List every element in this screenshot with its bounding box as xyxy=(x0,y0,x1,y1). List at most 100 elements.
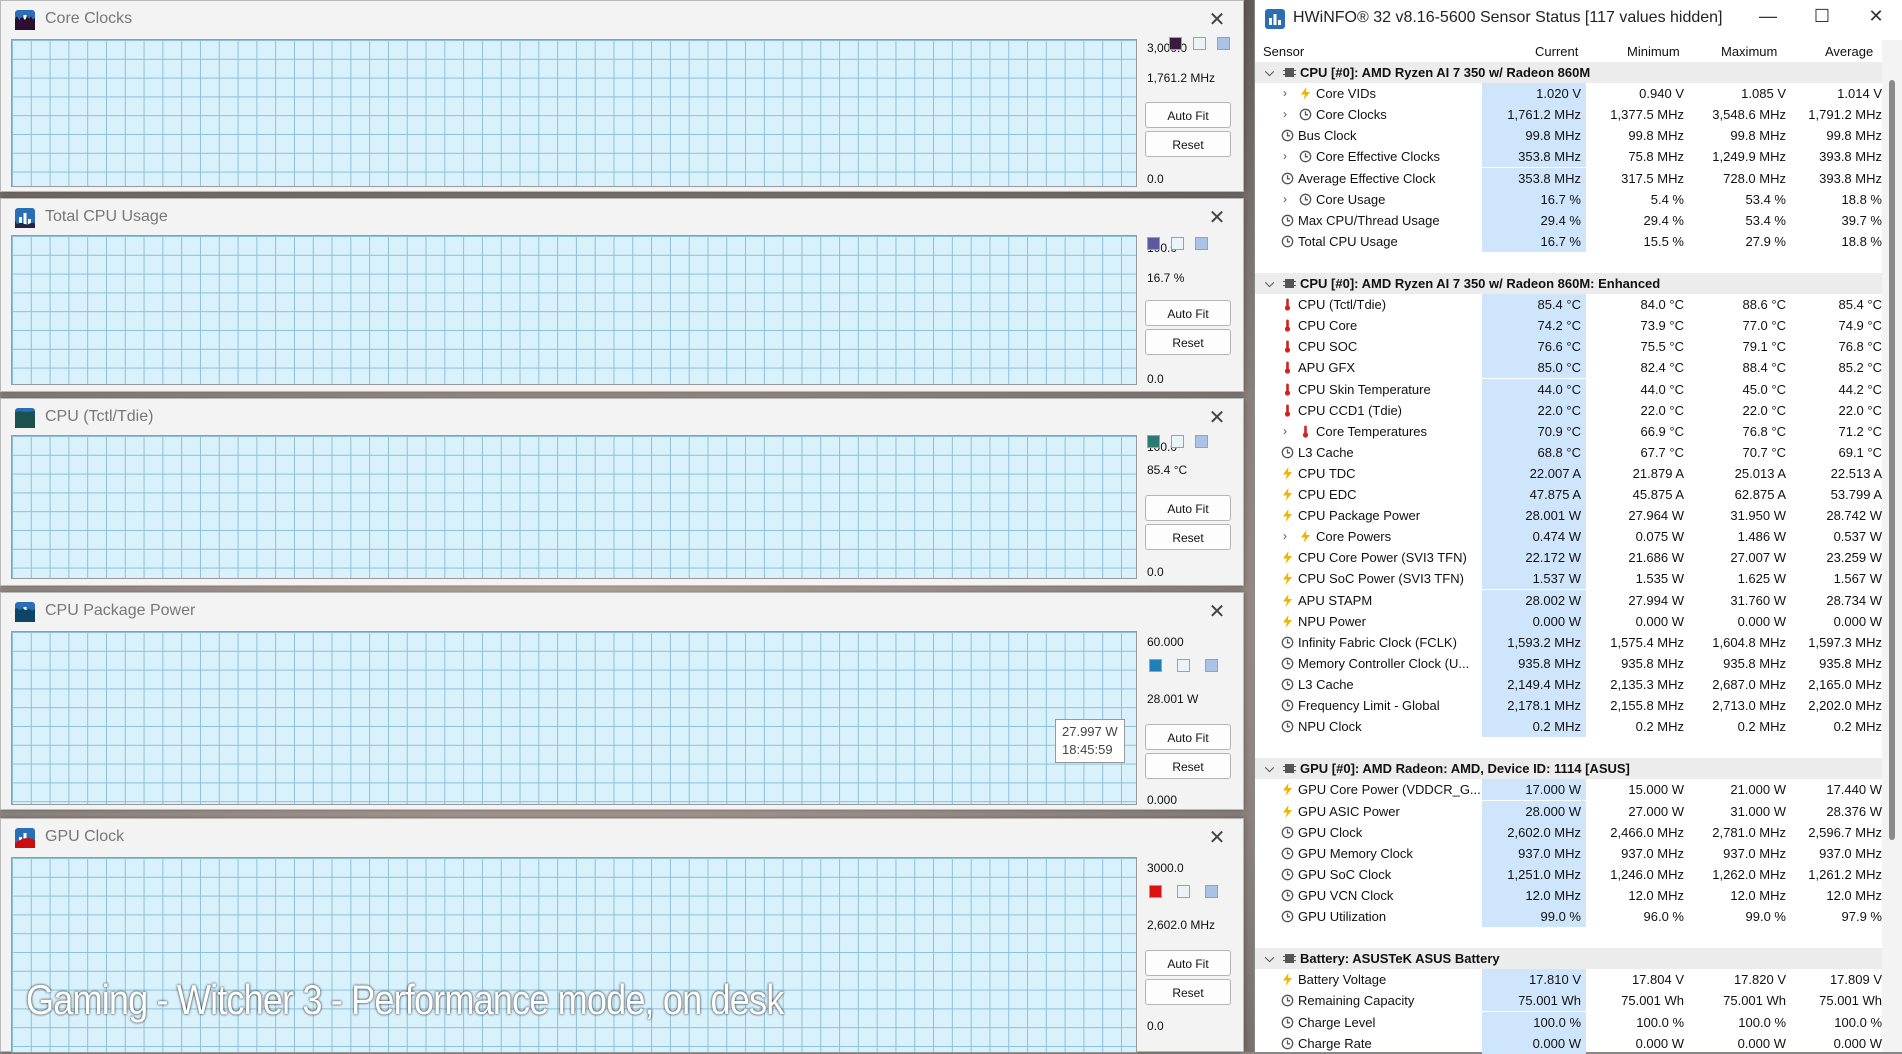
sensor-row[interactable]: GPU Core Power (VDDCR_G... 17.000 W 15.000… xyxy=(1255,779,1882,801)
reset-button[interactable]: Reset xyxy=(1145,524,1231,550)
graph-grid-swatch[interactable] xyxy=(1195,237,1208,250)
sensor-row[interactable]: GPU VCN Clock 12.0 MHz 12.0 MHz 12.0 MHz 12.… xyxy=(1255,884,1882,906)
sensor-row[interactable]: GPU Clock 2,602.0 MHz 2,466.0 MHz 2,781.0 M… xyxy=(1255,821,1882,843)
scrollbar[interactable] xyxy=(1882,40,1902,1052)
graph-color-swatch[interactable] xyxy=(1147,435,1160,448)
sensor-group-header[interactable]: ⌵ CPU [#0]: AMD Ryzen AI 7 350 w/ Radeon … xyxy=(1255,62,1882,83)
reset-button[interactable]: Reset xyxy=(1145,753,1231,779)
col-sensor[interactable]: Sensor xyxy=(1263,44,1304,59)
sensor-row[interactable]: › Core Temperatures 70.9 °C 66.9 °C 76.8 °C 7… xyxy=(1255,420,1882,442)
graph-titlebar[interactable]: Total CPU Usage ✕ xyxy=(1,199,1243,235)
sensor-row[interactable]: CPU TDC 22.007 A 21.879 A 25.013 A 22.513 A xyxy=(1255,462,1882,484)
close-icon[interactable]: ✕ xyxy=(1205,7,1229,32)
sensor-row[interactable]: Average Effective Clock 353.8 MHz 317.5 MH… xyxy=(1255,167,1882,189)
graph-grid-swatch[interactable] xyxy=(1195,435,1208,448)
reset-button[interactable]: Reset xyxy=(1145,979,1231,1005)
sensor-row[interactable]: Battery Voltage 17.810 V 17.804 V 17.820 V 1… xyxy=(1255,969,1882,991)
scrollbar-thumb[interactable] xyxy=(1889,80,1895,840)
sensor-row[interactable]: CPU Core 74.2 °C 73.9 °C 77.0 °C 74.9 °C xyxy=(1255,315,1882,337)
auto-fit-button[interactable]: Auto Fit xyxy=(1145,950,1231,976)
graph-window-core-clocks[interactable]: Core Clocks ✕ 3,000.0 1,761.2 MHz Auto F… xyxy=(0,0,1244,192)
sensor-row[interactable]: APU STAPM 28.002 W 27.994 W 31.760 W 28.734 … xyxy=(1255,589,1882,611)
graph-color-swatch[interactable] xyxy=(1149,885,1162,898)
minimize-icon[interactable]: — xyxy=(1753,6,1783,27)
chevron-right-icon[interactable]: › xyxy=(1283,86,1287,100)
sensor-row[interactable]: CPU (Tctl/Tdie) 85.4 °C 84.0 °C 88.6 °C 85.4… xyxy=(1255,294,1882,316)
graph-titlebar[interactable]: GPU Clock ✕ xyxy=(1,819,1243,855)
sensor-group-header[interactable]: ⌵ Battery: ASUSTeK ASUS Battery xyxy=(1255,948,1882,970)
sensor-group-header[interactable]: ⌵ GPU [#0]: AMD Radeon: AMD, Device ID: 1… xyxy=(1255,758,1882,780)
maximize-icon[interactable]: ☐ xyxy=(1807,6,1837,27)
graph-color-swatch[interactable] xyxy=(1149,659,1162,672)
graph-grid-swatch[interactable] xyxy=(1217,37,1230,50)
chevron-right-icon[interactable]: › xyxy=(1283,529,1287,543)
graph-grid-swatch[interactable] xyxy=(1205,659,1218,672)
chevron-right-icon[interactable]: › xyxy=(1283,107,1287,121)
sensor-row[interactable]: Remaining Capacity 75.001 Wh 75.001 Wh 75.0… xyxy=(1255,990,1882,1012)
close-icon[interactable]: ✕ xyxy=(1205,205,1229,230)
sensor-row[interactable]: CPU Package Power 28.001 W 27.964 W 31.950 … xyxy=(1255,505,1882,527)
auto-fit-button[interactable]: Auto Fit xyxy=(1145,495,1231,521)
sensor-row[interactable]: CPU EDC 47.875 A 45.875 A 62.875 A 53.799 A xyxy=(1255,484,1882,505)
sensor-row[interactable]: L3 Cache 2,149.4 MHz 2,135.3 MHz 2,687.0 MH… xyxy=(1255,673,1882,695)
graph-grid-swatch[interactable] xyxy=(1205,885,1218,898)
chevron-down-icon[interactable]: ⌵ xyxy=(1265,65,1274,80)
sensor-row[interactable]: › Core Powers 0.474 W 0.075 W 1.486 W 0.537 W xyxy=(1255,526,1882,548)
graph-bg-swatch[interactable] xyxy=(1171,435,1184,448)
sensor-row[interactable]: CPU Core Power (SVI3 TFN) 22.172 W 21.686 … xyxy=(1255,547,1882,569)
sensor-row[interactable]: GPU Memory Clock 937.0 MHz 937.0 MHz 937.0 … xyxy=(1255,842,1882,864)
auto-fit-button[interactable]: Auto Fit xyxy=(1145,724,1231,750)
sensor-row[interactable]: L3 Cache 68.8 °C 67.7 °C 70.7 °C 69.1 °C xyxy=(1255,441,1882,463)
graph-bg-swatch[interactable] xyxy=(1171,237,1184,250)
graph-window-cpu-tctl[interactable]: CPU (Tctl/Tdie) ✕ 100.0 85.4 °C Auto Fit… xyxy=(0,398,1244,586)
hwinfo-titlebar[interactable]: HWiNFO® 32 v8.16-5600 Sensor Status [117… xyxy=(1255,0,1902,36)
sensor-row[interactable]: GPU SoC Clock 1,251.0 MHz 1,246.0 MHz 1,262… xyxy=(1255,863,1882,885)
sensor-row[interactable]: GPU Utilization 99.0 % 96.0 % 99.0 % 97.9 % xyxy=(1255,906,1882,927)
sensor-row[interactable]: Total CPU Usage 16.7 % 15.5 % 27.9 % 18.8 % xyxy=(1255,230,1882,252)
close-icon[interactable]: ✕ xyxy=(1205,599,1229,624)
sensor-row[interactable]: Infinity Fabric Clock (FCLK) 1,593.2 MHz 1… xyxy=(1255,631,1882,653)
graph-window-total-cpu-usage[interactable]: Total CPU Usage ✕ 100.0 16.7 % Auto Fit … xyxy=(0,198,1244,392)
graph-titlebar[interactable]: Core Clocks ✕ xyxy=(1,1,1243,37)
hwinfo-sensor-window[interactable]: HWiNFO® 32 v8.16-5600 Sensor Status [117… xyxy=(1254,0,1902,1054)
close-icon[interactable]: ✕ xyxy=(1205,405,1229,430)
close-icon[interactable]: ✕ xyxy=(1205,825,1229,850)
sensor-row[interactable]: APU GFX 85.0 °C 82.4 °C 88.4 °C 85.2 °C xyxy=(1255,357,1882,379)
graph-window-cpu-package-power[interactable]: CPU Package Power ✕ 60.000 28.001 W 27.9… xyxy=(0,592,1244,810)
reset-button[interactable]: Reset xyxy=(1145,131,1231,157)
sensor-row[interactable]: Charge Level 100.0 % 100.0 % 100.0 % 100.0 % xyxy=(1255,1011,1882,1033)
chevron-down-icon[interactable]: ⌵ xyxy=(1265,761,1274,776)
chevron-right-icon[interactable]: › xyxy=(1283,149,1287,163)
sensor-row[interactable]: NPU Clock 0.2 MHz 0.2 MHz 0.2 MHz 0.2 MHz xyxy=(1255,716,1882,738)
chevron-down-icon[interactable]: ⌵ xyxy=(1265,951,1274,966)
sensor-row[interactable]: NPU Power 0.000 W 0.000 W 0.000 W 0.000 W xyxy=(1255,610,1882,632)
col-minimum[interactable]: Minimum xyxy=(1627,44,1680,59)
sensor-row[interactable]: › Core Usage 16.7 % 5.4 % 53.4 % 18.8 % xyxy=(1255,188,1882,210)
chevron-down-icon[interactable]: ⌵ xyxy=(1265,276,1274,291)
graph-titlebar[interactable]: CPU Package Power ✕ xyxy=(1,593,1243,629)
sensor-row[interactable]: › Core Clocks 1,761.2 MHz 1,377.5 MHz 3,548.… xyxy=(1255,104,1882,126)
auto-fit-button[interactable]: Auto Fit xyxy=(1145,102,1231,128)
col-average[interactable]: Average xyxy=(1825,44,1873,59)
sensor-row[interactable]: CPU Skin Temperature 44.0 °C 44.0 °C 45.0 °… xyxy=(1255,378,1882,400)
col-current[interactable]: Current xyxy=(1535,44,1578,59)
chevron-right-icon[interactable]: › xyxy=(1283,424,1287,438)
sensor-row[interactable]: Bus Clock 99.8 MHz 99.8 MHz 99.8 MHz 99.8 MH… xyxy=(1255,125,1882,147)
col-maximum[interactable]: Maximum xyxy=(1721,44,1777,59)
reset-button[interactable]: Reset xyxy=(1145,329,1231,355)
close-icon[interactable]: ✕ xyxy=(1861,6,1891,27)
graph-bg-swatch[interactable] xyxy=(1177,885,1190,898)
sensor-row[interactable]: › Core VIDs 1.020 V 0.940 V 1.085 V 1.014 V xyxy=(1255,83,1882,105)
sensor-row[interactable]: Memory Controller Clock (U... 935.8 MHz 93… xyxy=(1255,652,1882,674)
graph-color-swatch[interactable] xyxy=(1169,37,1182,50)
graph-bg-swatch[interactable] xyxy=(1177,659,1190,672)
sensor-row[interactable]: › Core Effective Clocks 353.8 MHz 75.8 MHz 1… xyxy=(1255,146,1882,168)
sensor-row[interactable]: Max CPU/Thread Usage 29.4 % 29.4 % 53.4 % 39… xyxy=(1255,209,1882,231)
graph-titlebar[interactable]: CPU (Tctl/Tdie) ✕ xyxy=(1,399,1243,435)
graph-color-swatch[interactable] xyxy=(1147,237,1160,250)
graph-bg-swatch[interactable] xyxy=(1193,37,1206,50)
sensor-row[interactable]: GPU ASIC Power 28.000 W 27.000 W 31.000 W 28… xyxy=(1255,800,1882,822)
auto-fit-button[interactable]: Auto Fit xyxy=(1145,300,1231,326)
sensor-row[interactable]: Charge Rate 0.000 W 0.000 W 0.000 W 0.000 W xyxy=(1255,1032,1882,1054)
sensor-row[interactable]: CPU SOC 76.6 °C 75.5 °C 79.1 °C 76.8 °C xyxy=(1255,336,1882,358)
